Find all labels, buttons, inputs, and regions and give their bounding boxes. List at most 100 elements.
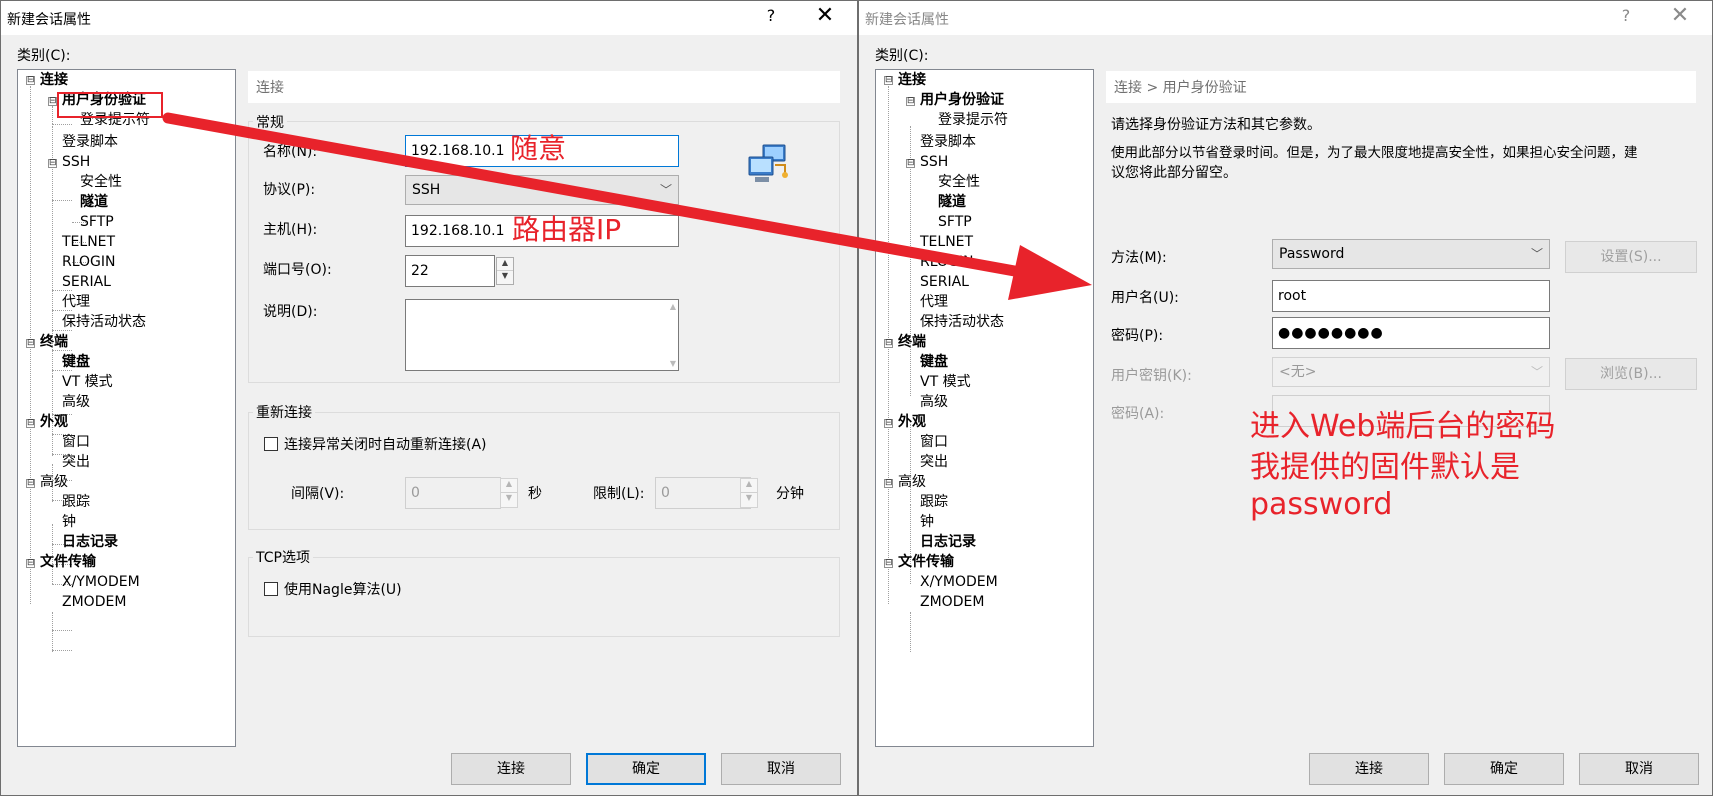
tree-item-telnet[interactable]: TELNET [920, 232, 973, 252]
tree-item-zmodem[interactable]: ZMODEM [62, 592, 126, 612]
category-tree[interactable]: ⊟ 连接 ⊟ 用户身份验证 登录提示符 登录脚本 ⊟ SSH 安全性 隧道 SF… [17, 69, 236, 747]
collapse-icon[interactable]: ⊟ [884, 559, 893, 568]
interval-input[interactable]: 0 [405, 477, 501, 509]
port-spinner[interactable]: ▲ ▼ [496, 257, 514, 285]
tree-item-security[interactable]: 安全性 [80, 172, 122, 192]
tree-item-advanced[interactable]: 高级 [40, 472, 68, 492]
title-bar: 新建会话属性 ? ✕ [859, 1, 1712, 35]
browse-button[interactable]: 浏览(B)... [1565, 358, 1697, 390]
tree-item-logging[interactable]: 日志记录 [62, 532, 118, 552]
tree-item-serial[interactable]: SERIAL [920, 272, 969, 292]
collapse-icon[interactable]: ⊟ [48, 159, 57, 168]
tree-item-terminal[interactable]: 终端 [898, 332, 926, 352]
tree-item-vt-mode[interactable]: VT 模式 [920, 372, 971, 392]
tree-item-xymodem[interactable]: X/YMODEM [62, 572, 140, 592]
collapse-icon[interactable]: ⊟ [906, 159, 915, 168]
collapse-icon[interactable]: ⊟ [906, 97, 915, 106]
tree-item-file-transfer[interactable]: 文件传输 [40, 552, 96, 572]
cancel-button[interactable]: 取消 [1579, 753, 1699, 785]
tree-item-terminal[interactable]: 终端 [40, 332, 68, 352]
tree-item-zmodem[interactable]: ZMODEM [920, 592, 984, 612]
reconnect-checkbox[interactable] [264, 437, 278, 451]
protocol-select[interactable]: SSH ﹀ [405, 175, 679, 205]
category-label: 类别(C): [17, 48, 71, 64]
tree-item-advanced[interactable]: 高级 [898, 472, 926, 492]
username-input[interactable]: root [1272, 280, 1550, 312]
tree-item-ssh[interactable]: SSH [920, 152, 948, 172]
tree-item-window[interactable]: 窗口 [62, 432, 90, 452]
tree-item-highlight[interactable]: 突出 [920, 452, 948, 472]
tree-item-user-auth[interactable]: 用户身份验证 [920, 90, 1004, 110]
close-button[interactable]: ✕ [813, 3, 837, 28]
tree-item-xymodem[interactable]: X/YMODEM [920, 572, 998, 592]
collapse-icon[interactable]: ⊟ [26, 76, 35, 85]
collapse-icon[interactable]: ⊟ [26, 479, 35, 488]
help-button[interactable]: ? [761, 6, 781, 25]
tree-item-trace[interactable]: 跟踪 [62, 492, 90, 512]
tree-item-login-script[interactable]: 登录脚本 [920, 132, 976, 152]
collapse-icon[interactable]: ⊟ [48, 97, 57, 106]
tree-item-window[interactable]: 窗口 [920, 432, 948, 452]
limit-input[interactable]: 0 [655, 477, 751, 509]
tree-item-login-prompts[interactable]: 登录提示符 [938, 110, 1008, 130]
tree-item-bell[interactable]: 钟 [62, 512, 76, 532]
tree-item-serial[interactable]: SERIAL [62, 272, 111, 292]
category-tree[interactable]: ⊟ 连接 ⊟ 用户身份验证 登录提示符 登录脚本 ⊟ SSH 安全性 隧道 SF… [875, 69, 1094, 747]
tree-item-proxy[interactable]: 代理 [920, 292, 948, 312]
collapse-icon[interactable]: ⊟ [884, 76, 893, 85]
tree-item-tunnel[interactable]: 隧道 [938, 192, 966, 212]
interval-spinner[interactable]: ▲ ▼ [500, 478, 518, 508]
user-key-select[interactable]: <无> ﹀ [1272, 357, 1550, 387]
collapse-icon[interactable]: ⊟ [884, 479, 893, 488]
cancel-button[interactable]: 取消 [721, 753, 841, 785]
nagle-checkbox[interactable] [264, 582, 278, 596]
tree-item-trace[interactable]: 跟踪 [920, 492, 948, 512]
password-input[interactable]: ●●●●●●●● [1272, 317, 1550, 349]
tree-item-logging[interactable]: 日志记录 [920, 532, 976, 552]
tree-item-appearance[interactable]: 外观 [898, 412, 926, 432]
collapse-icon[interactable]: ⊟ [26, 339, 35, 348]
tree-item-security[interactable]: 安全性 [938, 172, 980, 192]
tree-item-highlight[interactable]: 突出 [62, 452, 90, 472]
tree-item-terminal-advanced[interactable]: 高级 [62, 392, 90, 412]
limit-spinner[interactable]: ▲ ▼ [740, 478, 758, 508]
tree-item-keepalive[interactable]: 保持活动状态 [62, 312, 146, 332]
connect-button[interactable]: 连接 [451, 753, 571, 785]
tree-item-connection[interactable]: 连接 [40, 70, 68, 90]
collapse-icon[interactable]: ⊟ [26, 419, 35, 428]
ok-button[interactable]: 确定 [1444, 753, 1564, 785]
limit-label: 限制(L): [593, 486, 645, 502]
settings-button[interactable]: 设置(S)... [1565, 241, 1697, 273]
connect-button[interactable]: 连接 [1309, 753, 1429, 785]
tree-item-tunnel[interactable]: 隧道 [80, 192, 108, 212]
tree-item-sftp[interactable]: SFTP [938, 212, 972, 232]
tree-item-keyboard[interactable]: 键盘 [62, 352, 90, 372]
tree-item-terminal-advanced[interactable]: 高级 [920, 392, 948, 412]
tree-item-rlogin[interactable]: RLOGIN [920, 252, 974, 272]
description-label: 说明(D): [263, 304, 318, 320]
tree-item-keepalive[interactable]: 保持活动状态 [920, 312, 1004, 332]
tree-item-telnet[interactable]: TELNET [62, 232, 115, 252]
tree-item-login-script[interactable]: 登录脚本 [62, 132, 118, 152]
help-button[interactable]: ? [1616, 6, 1636, 25]
tree-item-bell[interactable]: 钟 [920, 512, 934, 532]
tree-item-file-transfer[interactable]: 文件传输 [898, 552, 954, 572]
method-select[interactable]: Password ﹀ [1272, 239, 1550, 269]
tree-item-sftp[interactable]: SFTP [80, 212, 114, 232]
collapse-icon[interactable]: ⊟ [884, 419, 893, 428]
close-button[interactable]: ✕ [1668, 3, 1692, 28]
description-textarea[interactable]: ▲ ▼ [405, 299, 679, 371]
tree-item-vt-mode[interactable]: VT 模式 [62, 372, 113, 392]
tree-item-appearance[interactable]: 外观 [40, 412, 68, 432]
tree-item-connection[interactable]: 连接 [898, 70, 926, 90]
tcp-group-title: TCP选项 [253, 547, 313, 567]
collapse-icon[interactable]: ⊟ [884, 339, 893, 348]
ok-button[interactable]: 确定 [586, 753, 706, 785]
tree-item-ssh[interactable]: SSH [62, 152, 90, 172]
tree-item-proxy[interactable]: 代理 [62, 292, 90, 312]
tree-item-keyboard[interactable]: 键盘 [920, 352, 948, 372]
tree-item-rlogin[interactable]: RLOGIN [62, 252, 116, 272]
port-input[interactable]: 22 [405, 255, 495, 287]
interval-label: 间隔(V): [291, 486, 345, 502]
collapse-icon[interactable]: ⊟ [26, 559, 35, 568]
